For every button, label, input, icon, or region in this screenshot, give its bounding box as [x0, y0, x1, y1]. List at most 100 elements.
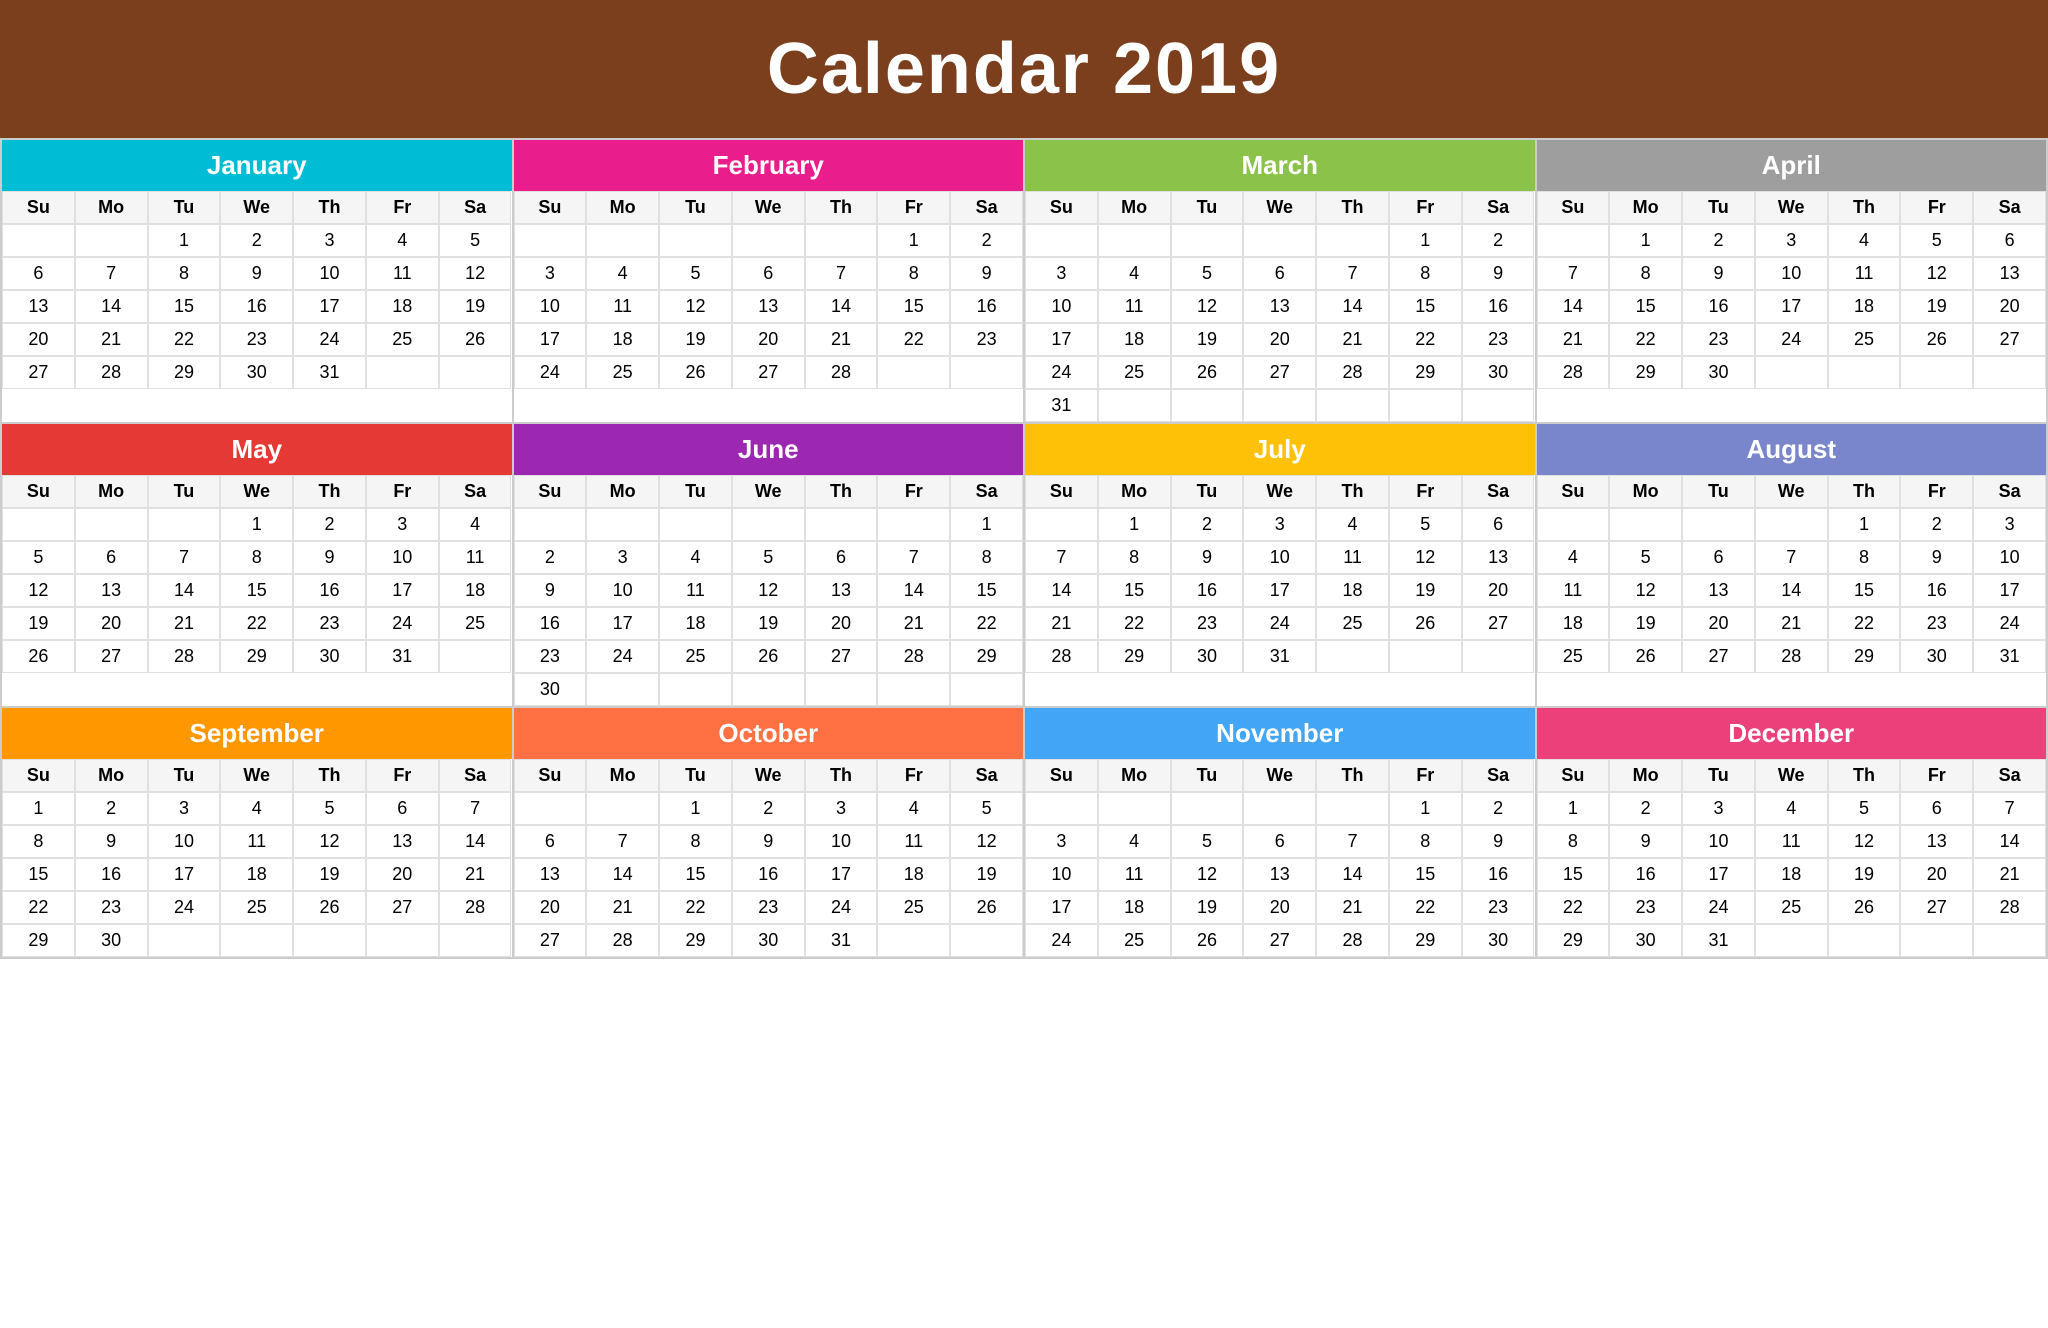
- day-cell: [732, 673, 805, 706]
- day-cell: 23: [950, 323, 1023, 356]
- day-cell: 29: [659, 924, 732, 957]
- day-cell: 26: [732, 640, 805, 673]
- day-cell: 28: [75, 356, 148, 389]
- day-cell: 4: [1316, 508, 1389, 541]
- month-block-september: SeptemberSuMoTuWeThFrSa12345678910111213…: [2, 708, 514, 959]
- day-cell: 31: [366, 640, 439, 673]
- day-header: Sa: [439, 759, 512, 792]
- day-cell: 23: [293, 607, 366, 640]
- day-cell: 1: [1098, 508, 1171, 541]
- day-cell: 10: [1682, 825, 1755, 858]
- day-cell: 18: [1537, 607, 1610, 640]
- day-cell: [1098, 389, 1171, 422]
- day-cell: 27: [1243, 924, 1316, 957]
- day-cell: 18: [1755, 858, 1828, 891]
- day-cell: [1389, 389, 1462, 422]
- day-cell: 26: [1171, 924, 1244, 957]
- day-cell: 3: [293, 224, 366, 257]
- day-cell: 17: [1025, 891, 1098, 924]
- day-cell: 10: [366, 541, 439, 574]
- day-cell: 30: [1900, 640, 1973, 673]
- day-header: Th: [1316, 191, 1389, 224]
- day-cell: 2: [75, 792, 148, 825]
- day-cell: 15: [1609, 290, 1682, 323]
- day-cell: 27: [366, 891, 439, 924]
- day-cell: 9: [293, 541, 366, 574]
- day-cell: 19: [1171, 323, 1244, 356]
- day-cell: 26: [1171, 356, 1244, 389]
- day-cell: 24: [1025, 924, 1098, 957]
- day-cell: 19: [1171, 891, 1244, 924]
- day-cell: 28: [805, 356, 878, 389]
- calendar-grid: JanuarySuMoTuWeThFrSa1234567891011121314…: [0, 138, 2048, 959]
- day-cell: 5: [659, 257, 732, 290]
- day-cell: 11: [1098, 858, 1171, 891]
- day-cell: 15: [2, 858, 75, 891]
- day-cell: 4: [220, 792, 293, 825]
- day-cell: 2: [220, 224, 293, 257]
- day-cell: 29: [1389, 924, 1462, 957]
- day-cell: 12: [1900, 257, 1973, 290]
- day-cell: 29: [2, 924, 75, 957]
- day-cell: 12: [950, 825, 1023, 858]
- day-cell: 28: [586, 924, 659, 957]
- day-cell: [1900, 924, 1973, 957]
- day-header: Tu: [1171, 191, 1244, 224]
- month-header-march: March: [1025, 140, 1535, 191]
- day-cell: 19: [659, 323, 732, 356]
- day-cell: 13: [514, 858, 587, 891]
- day-cell: 29: [1609, 356, 1682, 389]
- day-cell: 23: [220, 323, 293, 356]
- day-cell: 19: [950, 858, 1023, 891]
- day-cell: 28: [439, 891, 512, 924]
- day-header: Mo: [1098, 191, 1171, 224]
- day-cell: [1462, 640, 1535, 673]
- day-header: Fr: [1389, 191, 1462, 224]
- day-cell: 31: [1682, 924, 1755, 957]
- day-cell: 10: [805, 825, 878, 858]
- day-cell: 29: [1537, 924, 1610, 957]
- day-cell: 1: [877, 224, 950, 257]
- day-cell: 4: [366, 224, 439, 257]
- day-header: Su: [1025, 475, 1098, 508]
- day-cell: 20: [2, 323, 75, 356]
- day-cell: 11: [1828, 257, 1901, 290]
- day-cell: [148, 508, 221, 541]
- day-cell: 2: [1609, 792, 1682, 825]
- day-cell: 9: [1682, 257, 1755, 290]
- day-cell: 29: [950, 640, 1023, 673]
- day-cell: 20: [1243, 891, 1316, 924]
- day-cell: 14: [805, 290, 878, 323]
- day-cell: 12: [2, 574, 75, 607]
- day-cell: 23: [1682, 323, 1755, 356]
- day-cell: 13: [75, 574, 148, 607]
- day-header: We: [220, 191, 293, 224]
- day-cell: 1: [950, 508, 1023, 541]
- day-cell: 8: [659, 825, 732, 858]
- day-cell: 14: [1316, 858, 1389, 891]
- day-header: Mo: [586, 759, 659, 792]
- day-header: Mo: [75, 191, 148, 224]
- day-cell: 19: [293, 858, 366, 891]
- day-cell: 6: [732, 257, 805, 290]
- day-cell: 21: [148, 607, 221, 640]
- day-cell: 24: [293, 323, 366, 356]
- day-cell: 30: [1171, 640, 1244, 673]
- day-cell: 28: [1316, 924, 1389, 957]
- day-cell: 18: [586, 323, 659, 356]
- day-cell: 3: [1682, 792, 1755, 825]
- day-cell: 27: [514, 924, 587, 957]
- day-cell: 17: [514, 323, 587, 356]
- day-cell: 7: [439, 792, 512, 825]
- day-cell: 2: [950, 224, 1023, 257]
- day-cell: 22: [2, 891, 75, 924]
- day-header: Sa: [1462, 475, 1535, 508]
- day-cell: 30: [75, 924, 148, 957]
- day-cell: [1389, 640, 1462, 673]
- day-header: Fr: [1900, 191, 1973, 224]
- day-cell: 17: [293, 290, 366, 323]
- day-header: Su: [1537, 191, 1610, 224]
- day-cell: 21: [439, 858, 512, 891]
- day-cell: 9: [1171, 541, 1244, 574]
- day-header: Sa: [950, 475, 1023, 508]
